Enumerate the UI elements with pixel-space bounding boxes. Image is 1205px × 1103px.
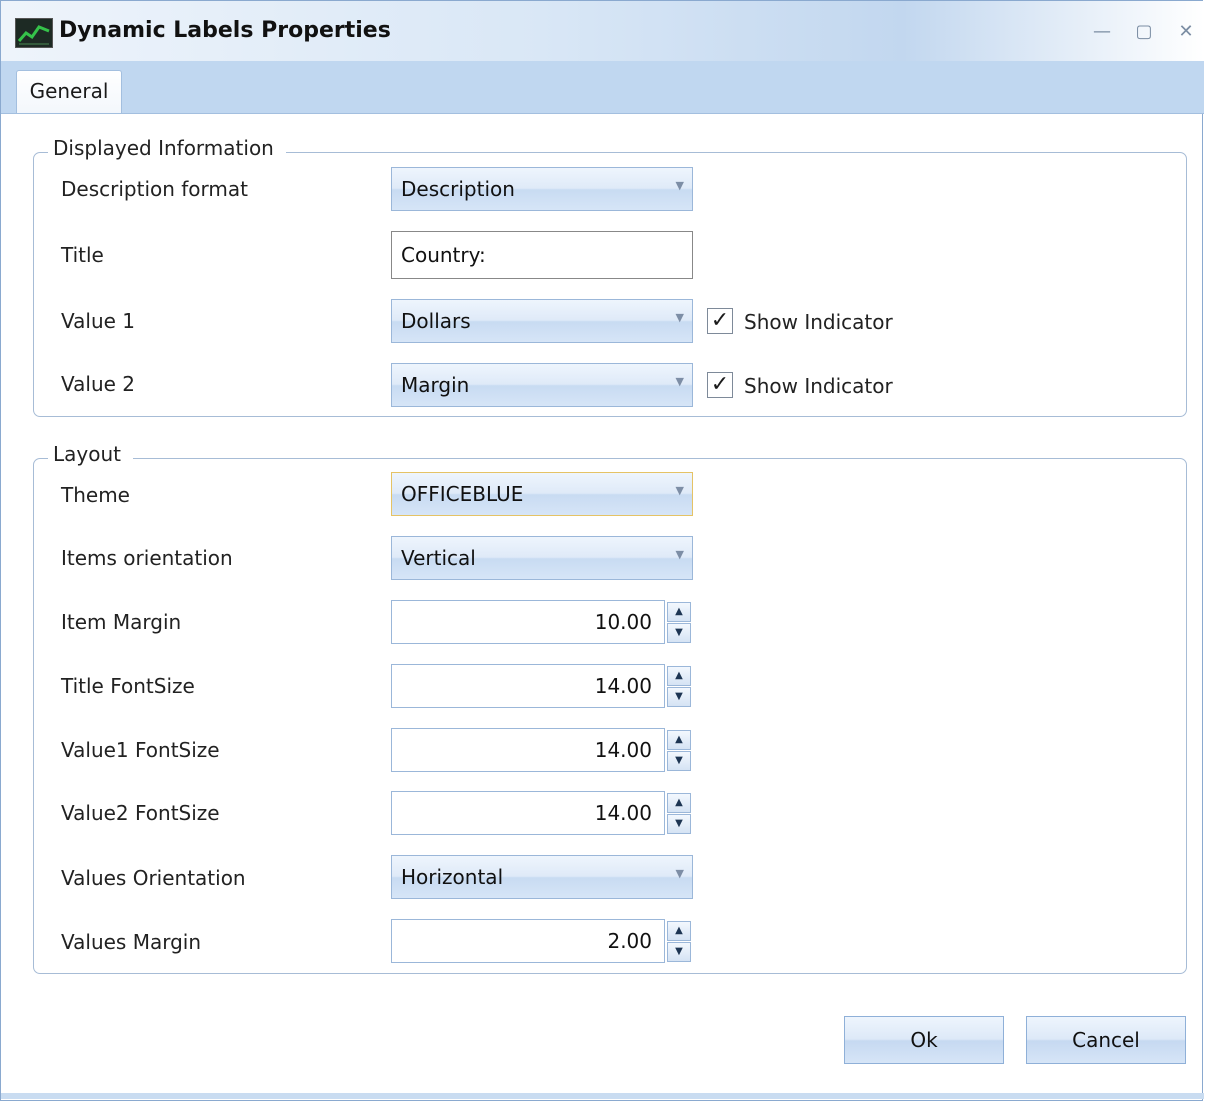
title-input[interactable] — [391, 231, 693, 279]
theme-label: Theme — [61, 483, 130, 507]
values-orientation-value: Horizontal — [401, 865, 504, 889]
spin-down-icon[interactable]: ▼ — [667, 814, 691, 834]
tab-general[interactable]: General — [16, 70, 122, 113]
value2-value: Margin — [401, 373, 470, 397]
description-format-dropdown[interactable]: Description ▼ — [391, 167, 693, 211]
theme-value: OFFICEBLUE — [401, 482, 524, 506]
spin-down-icon[interactable]: ▼ — [667, 751, 691, 771]
value2-fontsize-value: 14.00 — [594, 801, 652, 825]
value1-show-indicator-checkbox[interactable]: ✓ — [707, 308, 733, 334]
values-orientation-dropdown[interactable]: Horizontal ▼ — [391, 855, 693, 899]
description-format-label: Description format — [61, 177, 248, 201]
items-orientation-dropdown[interactable]: Vertical ▼ — [391, 536, 693, 580]
values-margin-value: 2.00 — [607, 929, 652, 953]
value2-fontsize-input[interactable]: 14.00 — [391, 791, 665, 835]
spin-down-icon[interactable]: ▼ — [667, 623, 691, 643]
value1-fontsize-value: 14.00 — [594, 738, 652, 762]
chevron-down-icon: ▼ — [675, 375, 684, 388]
values-margin-label: Values Margin — [61, 930, 202, 954]
app-chart-icon — [15, 18, 53, 48]
chevron-down-icon: ▼ — [675, 867, 684, 880]
spin-up-icon[interactable]: ▲ — [667, 666, 691, 686]
spin-up-icon[interactable]: ▲ — [667, 921, 691, 941]
items-orientation-label: Items orientation — [61, 546, 233, 570]
value1-value: Dollars — [401, 309, 471, 333]
value1-fontsize-spinner: 14.00 ▲ ▼ — [391, 728, 693, 772]
title-fontsize-value: 14.00 — [594, 674, 652, 698]
item-margin-spinner: 10.00 ▲ ▼ — [391, 600, 693, 644]
ok-button[interactable]: Ok — [844, 1016, 1004, 1064]
group-legend: Displayed Information — [48, 136, 286, 160]
bottom-border — [1, 1093, 1204, 1099]
value1-show-indicator-label: Show Indicator — [744, 310, 893, 334]
title-fontsize-spinner: 14.00 ▲ ▼ — [391, 664, 693, 708]
value2-fontsize-spinner: 14.00 ▲ ▼ — [391, 791, 693, 835]
value2-fontsize-label: Value2 FontSize — [61, 801, 220, 825]
items-orientation-value: Vertical — [401, 546, 476, 570]
chevron-down-icon: ▼ — [675, 548, 684, 561]
chevron-down-icon: ▼ — [675, 179, 684, 192]
theme-dropdown[interactable]: OFFICEBLUE ▼ — [391, 472, 693, 516]
value1-dropdown[interactable]: Dollars ▼ — [391, 299, 693, 343]
spin-down-icon[interactable]: ▼ — [667, 687, 691, 707]
chevron-down-icon: ▼ — [675, 311, 684, 324]
value2-show-indicator-label: Show Indicator — [744, 374, 893, 398]
spin-up-icon[interactable]: ▲ — [667, 793, 691, 813]
value1-label: Value 1 — [61, 309, 136, 333]
group-legend: Layout — [48, 442, 133, 466]
value2-show-indicator-checkbox[interactable]: ✓ — [707, 372, 733, 398]
item-margin-label: Item Margin — [61, 610, 182, 634]
chevron-down-icon: ▼ — [675, 484, 684, 497]
window-title: Dynamic Labels Properties — [59, 18, 391, 43]
spin-up-icon[interactable]: ▲ — [667, 602, 691, 622]
spin-down-icon[interactable]: ▼ — [667, 942, 691, 962]
value2-dropdown[interactable]: Margin ▼ — [391, 363, 693, 407]
value1-fontsize-label: Value1 FontSize — [61, 738, 220, 762]
item-margin-value: 10.00 — [594, 610, 652, 634]
values-margin-spinner: 2.00 ▲ ▼ — [391, 919, 693, 963]
value1-fontsize-input[interactable]: 14.00 — [391, 728, 665, 772]
title-fontsize-input[interactable]: 14.00 — [391, 664, 665, 708]
dialog-window: Dynamic Labels Properties — ▢ ✕ General … — [0, 0, 1204, 1101]
values-margin-input[interactable]: 2.00 — [391, 919, 665, 963]
values-orientation-label: Values Orientation — [61, 866, 246, 890]
description-format-value: Description — [401, 177, 515, 201]
value2-label: Value 2 — [61, 372, 136, 396]
close-icon[interactable]: ✕ — [1173, 21, 1199, 43]
spin-up-icon[interactable]: ▲ — [667, 730, 691, 750]
title-label: Title — [61, 243, 104, 267]
minimize-icon[interactable]: — — [1089, 21, 1115, 43]
maximize-icon[interactable]: ▢ — [1131, 21, 1157, 43]
title-fontsize-label: Title FontSize — [61, 674, 195, 698]
item-margin-input[interactable]: 10.00 — [391, 600, 665, 644]
tab-strip: General — [1, 61, 1204, 114]
cancel-button[interactable]: Cancel — [1026, 1016, 1186, 1064]
title-bar[interactable]: Dynamic Labels Properties — ▢ ✕ — [1, 1, 1204, 62]
